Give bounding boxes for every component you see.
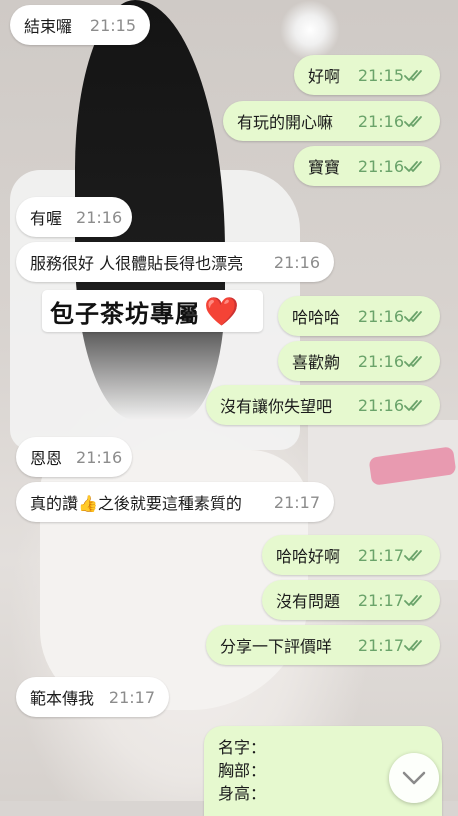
message-time: 21:16 <box>357 306 404 326</box>
message-text: 沒有問題 <box>276 592 341 611</box>
outgoing-message-bubble[interactable]: 喜歡齁 21:16 <box>278 341 440 381</box>
outgoing-message-bubble[interactable]: 好啊 21:15 <box>294 55 440 95</box>
message-text: 服務很好 人很體貼長得也漂亮 <box>30 254 244 273</box>
double-check-icon <box>404 116 422 127</box>
overlay-tag: 包子茶坊專屬 ❤️ <box>42 290 263 332</box>
message-text: 分享一下評價咩 <box>220 637 333 656</box>
double-check-icon <box>404 550 422 561</box>
chevron-down-icon <box>402 771 426 785</box>
message-time: 21:17 <box>357 545 404 565</box>
message-text: 有玩的開心嘛 <box>237 113 334 132</box>
message-text: 寶寶 <box>308 158 341 177</box>
message-text: 範本傳我 <box>30 689 95 708</box>
message-time: 21:16 <box>357 111 404 131</box>
double-check-icon <box>404 400 422 411</box>
incoming-message-bubble[interactable]: 結束囉 21:15 <box>10 5 150 45</box>
message-time: 21:16 <box>76 207 123 227</box>
background-lamp <box>280 0 340 60</box>
double-check-icon <box>404 640 422 651</box>
outgoing-message-bubble[interactable]: 分享一下評價咩 21:17 <box>206 625 440 665</box>
message-text: 喜歡齁 <box>292 353 341 372</box>
message-text: 恩恩 <box>30 449 63 468</box>
message-text: 結束囉 <box>24 17 73 36</box>
message-text: 哈哈好啊 <box>276 547 341 566</box>
double-check-icon <box>404 595 422 606</box>
heart-icon: ❤️ <box>204 294 239 328</box>
outgoing-message-bubble[interactable]: 寶寶 21:16 <box>294 146 440 186</box>
incoming-message-bubble[interactable]: 真的讚👍之後就要這種素質的 21:17 <box>16 482 334 522</box>
message-time: 21:17 <box>273 492 320 512</box>
double-check-icon <box>404 356 422 367</box>
outgoing-message-bubble[interactable]: 哈哈好啊 21:17 <box>262 535 440 575</box>
incoming-message-bubble[interactable]: 恩恩 21:16 <box>16 437 132 477</box>
double-check-icon <box>404 311 422 322</box>
outgoing-message-bubble[interactable]: 沒有讓你失望吧 21:16 <box>206 385 440 425</box>
overlay-tag-text: 包子茶坊專屬 <box>50 299 200 328</box>
message-time: 21:15 <box>357 65 404 85</box>
message-time: 21:16 <box>357 351 404 371</box>
message-time: 21:16 <box>357 395 404 415</box>
message-text: 哈哈哈 <box>292 308 341 327</box>
incoming-message-bubble[interactable]: 服務很好 人很體貼長得也漂亮 21:16 <box>16 242 334 282</box>
message-text: 真的讚👍之後就要這種素質的 <box>30 494 242 513</box>
form-line-name: 名字： <box>218 738 267 757</box>
double-check-icon <box>404 70 422 81</box>
outgoing-message-bubble[interactable]: 哈哈哈 21:16 <box>278 296 440 336</box>
message-time: 21:15 <box>89 15 136 35</box>
incoming-message-bubble[interactable]: 有喔 21:16 <box>16 197 132 237</box>
message-text: 好啊 <box>308 67 341 86</box>
message-text: 沒有讓你失望吧 <box>220 397 333 416</box>
outgoing-message-bubble[interactable]: 有玩的開心嘛 21:16 <box>223 101 440 141</box>
message-time: 21:17 <box>108 687 155 707</box>
message-time: 21:17 <box>357 635 404 655</box>
message-time: 21:16 <box>357 156 404 176</box>
message-time: 21:17 <box>357 590 404 610</box>
outgoing-message-bubble[interactable]: 沒有問題 21:17 <box>262 580 440 620</box>
double-check-icon <box>404 161 422 172</box>
incoming-message-bubble[interactable]: 範本傳我 21:17 <box>16 677 169 717</box>
message-time: 21:16 <box>273 252 320 272</box>
scroll-to-bottom-button[interactable] <box>389 753 439 803</box>
message-text: 有喔 <box>30 209 63 228</box>
message-time: 21:16 <box>76 447 123 467</box>
